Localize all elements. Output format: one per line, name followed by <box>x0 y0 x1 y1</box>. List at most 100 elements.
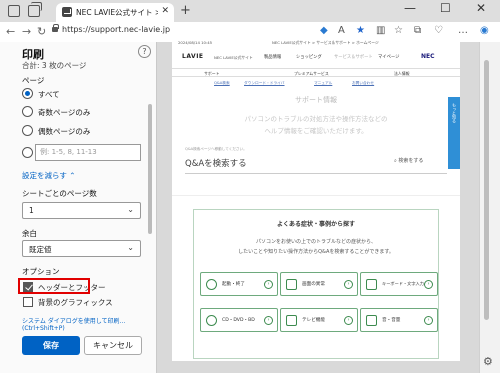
tile-label: 画面の異常 <box>302 282 325 287</box>
workspaces-icon[interactable] <box>8 5 20 17</box>
system-dialog-link[interactable]: システム ダイアログを使用して印刷... (Ctrl+Shift+P) <box>22 316 156 332</box>
sub-nav-corporate: 法人情報 <box>394 71 410 76</box>
chevron-down-icon: ⌄ <box>127 205 134 214</box>
collections-icon[interactable]: ⧉ <box>414 25 421 36</box>
card-title: よくある症状・事例から探す <box>276 221 355 228</box>
arrow-icon: › <box>264 280 273 289</box>
radio-even[interactable] <box>22 125 33 136</box>
arrow-icon: › <box>264 316 273 325</box>
lavie-logo: LAVIE <box>182 53 204 60</box>
page-header-title: NEC LAVIE公式サイト > サービス＆サポート > ホームページ <box>272 40 379 45</box>
support-lead-1: パソコンのトラブルの対処方法や操作方法などの <box>244 115 388 123</box>
tile-tv: テレビ機能 › <box>280 308 358 332</box>
radio-all[interactable] <box>22 88 33 99</box>
nav-item-support: サービス＆サポート <box>334 55 373 60</box>
tab-title: NEC LAVIE公式サイト > サービス＆サ <box>76 8 158 17</box>
font-icon[interactable]: A <box>338 25 345 36</box>
options-label: オプション <box>22 267 60 276</box>
pages-per-sheet-value: 1 <box>29 206 34 215</box>
pages-per-sheet-label: シートごとのページ数 <box>22 189 97 198</box>
lock-icon[interactable] <box>52 24 59 32</box>
nav-item-shopping: ショッピング <box>296 55 322 60</box>
tile-label: CD・DVD・BD <box>222 318 255 323</box>
tile-keyboard: キーボード・文字入力 › <box>360 272 438 296</box>
preview-page: 2024/08/14 10:45 NEC LAVIE公式サイト > サービス＆サ… <box>172 37 460 361</box>
brand-sub: NEC LAVIE公式サイト <box>214 55 253 60</box>
sub-nav-support: サポート <box>204 71 220 76</box>
symptom-card: よくある症状・事例から探す パソコンをお使いの上でのトラブルなどの症状から、 し… <box>193 209 439 359</box>
nav-item-products: 製品情報 <box>264 55 282 60</box>
support-lead-2: ヘルプ情報をご確認いただけます。 <box>264 127 368 135</box>
radio-odd-label: 奇数ページのみ <box>38 108 91 117</box>
favorite-star-icon[interactable]: ★ <box>356 25 365 36</box>
arrow-icon: › <box>424 280 433 289</box>
radio-even-label: 偶数ページのみ <box>38 127 91 136</box>
more-menu-icon[interactable]: … <box>458 25 468 36</box>
maximize-button[interactable]: ☐ <box>440 1 451 15</box>
help-icon[interactable]: ? <box>138 45 151 58</box>
save-button[interactable]: 保存 <box>22 336 80 355</box>
tab-actions-icon[interactable] <box>28 2 42 17</box>
radio-custom[interactable] <box>22 147 33 158</box>
copilot-icon[interactable]: ◉ <box>480 25 489 36</box>
tile-disc: CD・DVD・BD › <box>200 308 278 332</box>
screen: NEC LAVIE公式サイト > サービス＆サ ✕ + — ☐ ✕ ← → ↻ … <box>0 0 500 373</box>
page-total: 合計: 3 枚のページ <box>22 61 87 70</box>
sub-nav: サポート プレミアムサービス 法人情報 <box>172 68 460 77</box>
arrow-icon: › <box>424 316 433 325</box>
preview-scrollbar-track <box>479 42 500 373</box>
tag-icon[interactable]: ◆ <box>320 25 328 36</box>
tile-screen: 画面の異常 › <box>280 272 358 296</box>
reload-button[interactable]: ↻ <box>37 25 46 38</box>
link-contact: お問い合わせ <box>352 81 375 85</box>
panel-scrollbar[interactable] <box>148 104 152 234</box>
tv-icon <box>286 315 297 326</box>
margins-select[interactable]: 既定値 ⌄ <box>22 240 141 257</box>
margins-value: 既定値 <box>29 245 52 254</box>
nav-item-mypage: マイページ <box>378 55 400 60</box>
url-field[interactable]: https://support.nec-lavie.jp <box>62 25 170 34</box>
support-heading: サポート情報 <box>295 96 337 104</box>
new-tab-button[interactable]: + <box>180 3 191 18</box>
close-tab-icon[interactable]: ✕ <box>161 6 169 16</box>
pages-per-sheet-select[interactable]: 1 ⌄ <box>22 202 141 219</box>
tile-startup: 起動・終了 › <box>200 272 278 296</box>
favorites-icon[interactable]: ☆ <box>394 25 403 36</box>
tile-label: 音・音量 <box>382 318 401 323</box>
preview-scrollbar-thumb[interactable] <box>484 60 489 320</box>
close-window-button[interactable]: ✕ <box>476 1 486 15</box>
sub-nav-premium: プレミアムサービス <box>294 71 329 76</box>
split-screen-icon[interactable]: ▥ <box>376 25 385 36</box>
nec-logo: NEC <box>421 53 435 60</box>
power-icon <box>206 279 217 290</box>
settings-gear-icon[interactable]: ⚙ <box>483 355 493 368</box>
chevron-down-icon: ⌄ <box>127 243 134 252</box>
nec-favicon-icon <box>62 7 72 17</box>
divider <box>172 195 460 196</box>
pages-label: ページ <box>22 76 45 85</box>
side-tab-label: もっと知る <box>452 103 457 123</box>
tile-label: キーボード・文字入力 <box>382 281 424 286</box>
qa-title: Q&Aを検索する <box>185 159 247 169</box>
monitor-icon <box>286 279 297 290</box>
cancel-button[interactable]: キャンセル <box>84 336 142 355</box>
extensions-icon[interactable]: ♡ <box>434 25 443 36</box>
tile-label: 起動・終了 <box>222 282 245 287</box>
custom-pages-placeholder: 例: 1-5, 8, 11-13 <box>40 148 97 156</box>
link-qa: Q&A検索 <box>214 81 230 85</box>
print-panel: 印刷 ? 合計: 3 枚のページ ページ すべて 奇数ページのみ 偶数ページのみ… <box>0 42 157 373</box>
qa-underline <box>185 173 447 174</box>
fewer-settings-link[interactable]: 設定を減らす ⌃ <box>22 170 76 181</box>
forward-button[interactable]: → <box>22 25 31 38</box>
link-download: ダウンロード・ドライバ <box>244 81 285 85</box>
highlight-box <box>18 278 90 294</box>
disc-icon <box>206 315 217 326</box>
qa-note: Q&A検索ページへ移動してください。 <box>185 147 247 151</box>
back-button[interactable]: ← <box>6 25 15 38</box>
side-tab: もっと知る <box>448 97 460 169</box>
radio-odd[interactable] <box>22 106 33 117</box>
minimize-button[interactable]: — <box>404 1 416 15</box>
margins-label: 余白 <box>22 229 37 238</box>
active-tab[interactable]: NEC LAVIE公式サイト > サービス＆サ ✕ <box>56 3 174 22</box>
background-graphics-checkbox[interactable] <box>23 297 33 307</box>
